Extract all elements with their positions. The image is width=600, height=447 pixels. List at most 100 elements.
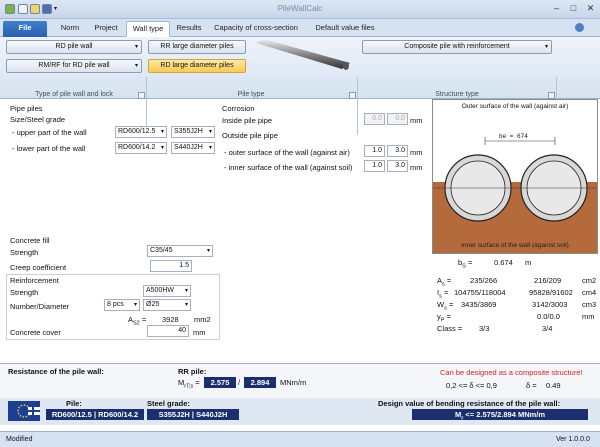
creep-coefficient-input[interactable]: 1.5	[150, 260, 192, 272]
rm-rf-label: RM/RF for RD pile wall	[38, 62, 110, 69]
tab-wall-type[interactable]: Wall type	[126, 21, 170, 37]
concrete-cover-input[interactable]: 40	[147, 325, 189, 337]
row-value-rd: 0.0/0.0	[537, 312, 560, 321]
creep-coefficient-label: Creep coefficient	[10, 263, 67, 272]
row-label: As =	[437, 276, 452, 288]
m-value-lower: 2.894	[244, 377, 276, 388]
unit-mm: mm	[410, 116, 423, 125]
result-title: Resistance of the pile wall:	[8, 367, 104, 376]
tab-file[interactable]: File	[3, 21, 47, 37]
group-label-wall-type: Type of pile wall and lock	[35, 91, 113, 98]
tab-capacity[interactable]: Capacity of cross-section	[210, 21, 302, 37]
composite-pile-button[interactable]: Composite pile with reinforcement ▾	[362, 40, 552, 54]
new-file-icon[interactable]	[18, 4, 28, 14]
lower-size-value: RD600/14.2	[118, 144, 156, 151]
bs-unit: m	[525, 258, 532, 267]
chevron-down-icon: ▾	[133, 302, 137, 308]
save-icon[interactable]	[42, 4, 52, 14]
rd-pile-wall-label: RD pile wall	[55, 43, 93, 50]
bar-count-select[interactable]: 8 pcs ▾	[104, 299, 140, 311]
reinforcement-strength-select[interactable]: A500HW ▾	[143, 285, 191, 297]
outer-corrosion-2[interactable]: 3.0	[387, 145, 408, 157]
tab-default-values[interactable]: Default value files	[305, 21, 385, 37]
ribbon: RD pile wall ▾ RM/RF for RD pile wall ▾ Ty…	[0, 37, 600, 135]
chevron-down-icon: ▾	[206, 248, 210, 254]
pile-wall-section	[433, 100, 597, 253]
delta-range: 0,2 <= δ <= 0,9	[446, 381, 497, 390]
row-label: Ws =	[437, 300, 454, 312]
concrete-cover-label: Concrete cover	[10, 328, 61, 337]
group-launcher-icon[interactable]	[548, 92, 555, 99]
unit-mm: mm	[410, 148, 423, 157]
bar-diameter-value: Ø25	[146, 301, 160, 308]
version-label: Ver 1.0.0.0	[556, 436, 590, 443]
rm-rf-button[interactable]: RM/RF for RD pile wall ▾	[6, 59, 142, 73]
design-value: Mr <= 2.575/2.894 MNm/m	[412, 409, 588, 422]
outer-surface-caption: Outer surface of the wall (against air)	[461, 103, 569, 110]
upper-grade-value: S355J2H	[174, 128, 203, 135]
lower-size-select[interactable]: RD600/14.2 ▾	[115, 142, 167, 154]
table-row: Class = 3/3 3/4	[437, 324, 597, 336]
chevron-down-icon: ▾	[184, 288, 188, 294]
unit-mm: mm	[410, 163, 423, 172]
inner-surface-label: - inner surface of the wall (against soi…	[224, 163, 353, 172]
row-value-rd: 216/209	[534, 276, 562, 285]
upper-size-value: RD600/12.5	[118, 128, 156, 135]
open-folder-icon[interactable]	[30, 4, 40, 14]
row-unit: cm3	[582, 300, 597, 309]
group-launcher-icon[interactable]	[349, 92, 356, 99]
concrete-strength-value: C35/45	[150, 247, 173, 254]
inner-corrosion-1[interactable]: 1.0	[364, 160, 385, 172]
group-launcher-icon[interactable]	[138, 92, 145, 99]
row-value-rr: 3435/3869	[461, 300, 497, 309]
reinforcement-strength-value: A500HW	[146, 287, 175, 294]
eu-flag-logo-icon	[8, 401, 40, 421]
chevron-down-icon: ▾	[544, 44, 548, 50]
rd-pile-wall-button[interactable]: RD pile wall ▾	[6, 40, 142, 54]
corrosion-title: Corrosion	[222, 104, 255, 113]
composite-pile-label: Composite pile with reinforcement	[404, 43, 510, 50]
title-bar: PileWallCalc ▾ – □ ✕	[0, 0, 600, 19]
inside-corrosion-2: 0.0	[387, 113, 408, 125]
steel-grade-value: S355J2H | S440J2H	[147, 409, 239, 420]
chevron-down-icon: ▾	[208, 129, 212, 135]
app-icon	[5, 4, 15, 14]
quick-access-dropdown-icon[interactable]: ▾	[54, 4, 64, 14]
bar-diameter-select[interactable]: Ø25 ▾	[143, 299, 191, 311]
reinforcement-strength-label: Strength	[10, 288, 39, 297]
row-value-rd: 95828/91602	[529, 288, 573, 297]
table-row: As = 235/266 216/209 cm2	[437, 276, 597, 288]
minimize-icon[interactable]: –	[548, 2, 565, 15]
as2-unit: mm2	[194, 315, 211, 324]
concrete-strength-select[interactable]: C35/45 ▾	[147, 245, 213, 257]
rr-large-diameter-button[interactable]: RR large diameter piles	[148, 40, 246, 54]
concrete-fill-title: Concrete fill	[10, 236, 50, 245]
m-value-upper: 2.575	[204, 377, 236, 388]
summary-bar: Pile: RD600/12.5 | RD600/14.2 Steel grad…	[0, 398, 600, 425]
m-unit: MNm/m	[280, 378, 307, 387]
as2-label: AS2 =	[128, 315, 147, 327]
close-icon[interactable]: ✕	[582, 2, 599, 15]
outside-pipe-label: Outside pile pipe	[222, 131, 278, 140]
pipe-pile-image-icon	[256, 39, 350, 70]
row-label: yP =	[437, 312, 451, 324]
outer-corrosion-1[interactable]: 1.0	[364, 145, 385, 157]
help-icon[interactable]	[575, 23, 584, 32]
delta-label: δ =	[526, 381, 537, 390]
upper-grade-select[interactable]: S355J2H ▾	[171, 126, 215, 138]
upper-size-select[interactable]: RD600/12.5 ▾	[115, 126, 167, 138]
row-unit: cm2	[582, 276, 597, 285]
reinforcement-title: Reinforcement	[10, 276, 59, 285]
rd-large-diameter-button[interactable]: RD large diameter piles	[148, 59, 246, 73]
inner-corrosion-2[interactable]: 3.0	[387, 160, 408, 172]
maximize-icon[interactable]: □	[565, 2, 582, 15]
tab-results[interactable]: Results	[172, 21, 206, 37]
lower-grade-select[interactable]: S440J2H ▾	[171, 142, 215, 154]
table-row: Ws = 3435/3869 3142/3003 cm3	[437, 300, 597, 312]
row-unit: cm4	[582, 288, 597, 297]
tab-project[interactable]: Project	[89, 21, 123, 37]
ribbon-tabs: File Norm Project Wall type Results Capa…	[0, 19, 600, 37]
tab-norm[interactable]: Norm	[53, 21, 87, 37]
pile-label: Pile:	[66, 399, 82, 408]
delta-value: 0.49	[546, 381, 561, 390]
